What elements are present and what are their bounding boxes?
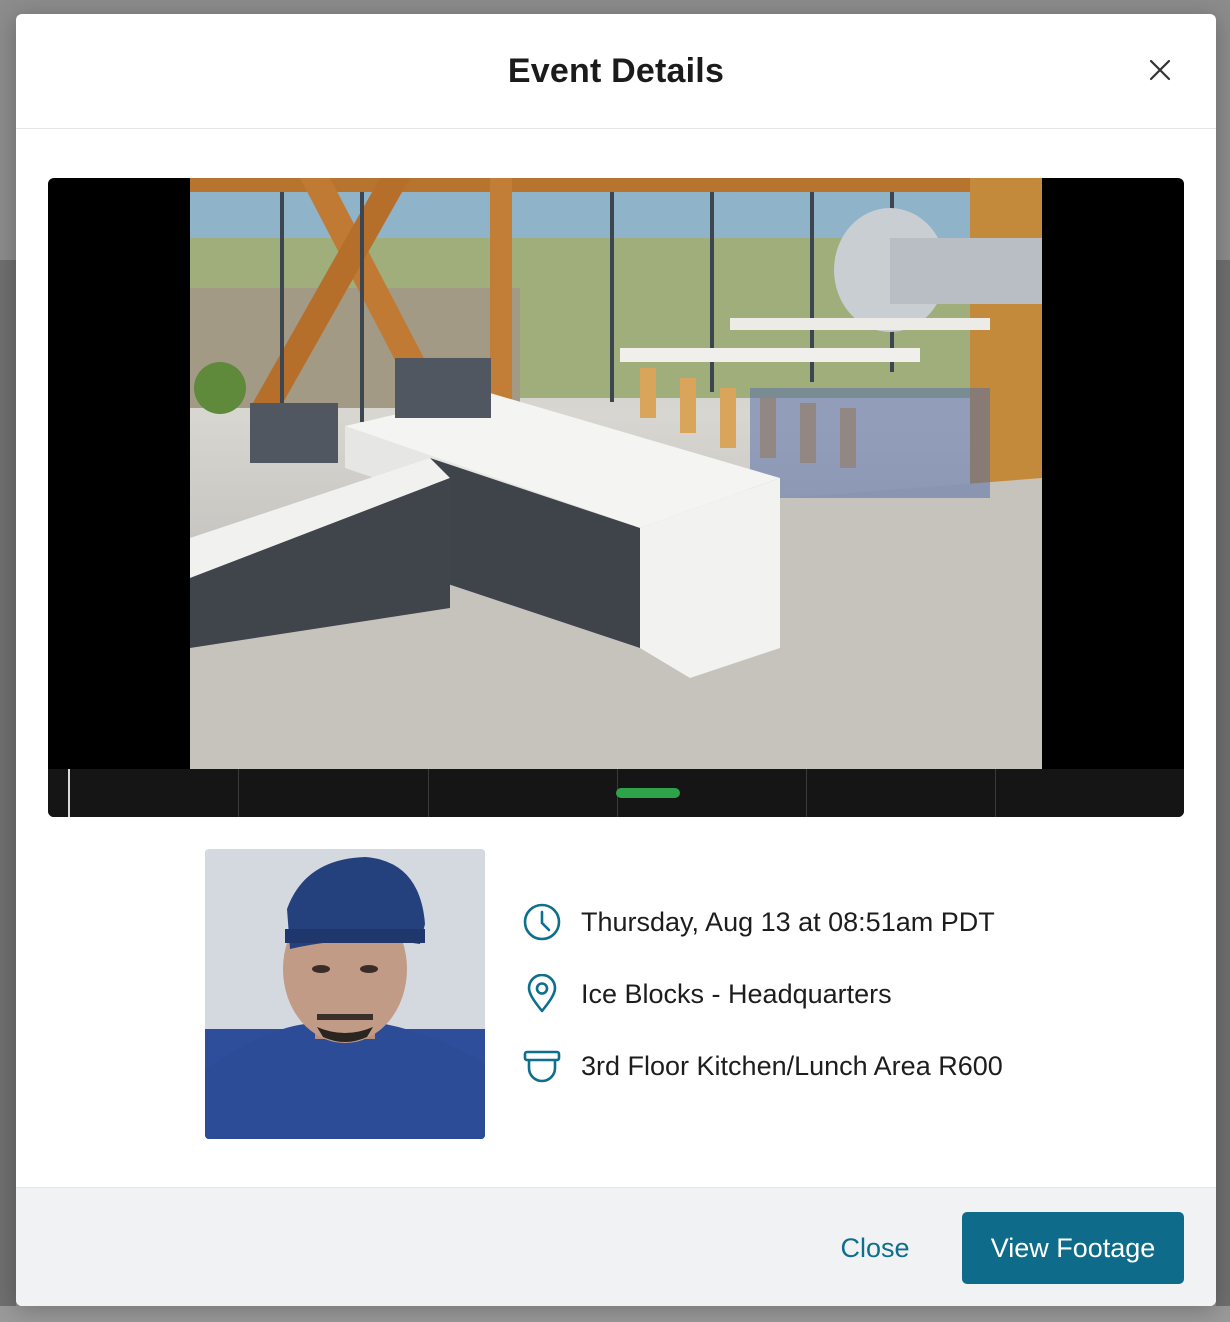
event-details-modal: Event Details Thursday, Aug 13 at 08:51a… — [16, 14, 1216, 1306]
event-time-row: Thursday, Aug 13 at 08:51am PDT — [521, 900, 995, 944]
video-frame — [190, 178, 1042, 769]
dome-camera-icon — [521, 1045, 563, 1087]
timeline-tick — [238, 769, 239, 817]
video-player[interactable] — [48, 178, 1184, 817]
modal-footer: Close View Footage — [16, 1187, 1216, 1306]
event-location-text: Ice Blocks - Headquarters — [581, 978, 892, 1009]
timeline-tick — [428, 769, 429, 817]
event-time-text: Thursday, Aug 13 at 08:51am PDT — [581, 906, 995, 937]
playback-timeline[interactable] — [48, 769, 1184, 817]
close-button[interactable]: Close — [822, 1222, 928, 1274]
clock-icon — [521, 901, 563, 943]
background-left-column — [0, 260, 16, 1310]
modal-header: Event Details — [16, 14, 1216, 129]
background-bottom-strip — [0, 1306, 1230, 1322]
person-face-image — [205, 849, 485, 1139]
close-icon[interactable] — [1148, 58, 1172, 82]
event-camera-row: 3rd Floor Kitchen/Lunch Area R600 — [521, 1044, 1003, 1088]
timeline-tick — [995, 769, 996, 817]
modal-title: Event Details — [507, 52, 725, 90]
event-camera-text: 3rd Floor Kitchen/Lunch Area R600 — [581, 1050, 1003, 1081]
event-details-section: Thursday, Aug 13 at 08:51am PDT Ice Bloc… — [205, 849, 1105, 1139]
person-snapshot — [205, 849, 485, 1139]
timeline-event-marker[interactable] — [616, 788, 680, 798]
event-location-row: Ice Blocks - Headquarters — [521, 972, 892, 1016]
timeline-playhead[interactable] — [68, 769, 70, 817]
timeline-tick — [806, 769, 807, 817]
view-footage-button[interactable]: View Footage — [962, 1212, 1184, 1284]
camera-scene-image — [190, 178, 1042, 769]
background-right-column — [1216, 260, 1230, 1310]
map-pin-icon — [521, 973, 563, 1015]
